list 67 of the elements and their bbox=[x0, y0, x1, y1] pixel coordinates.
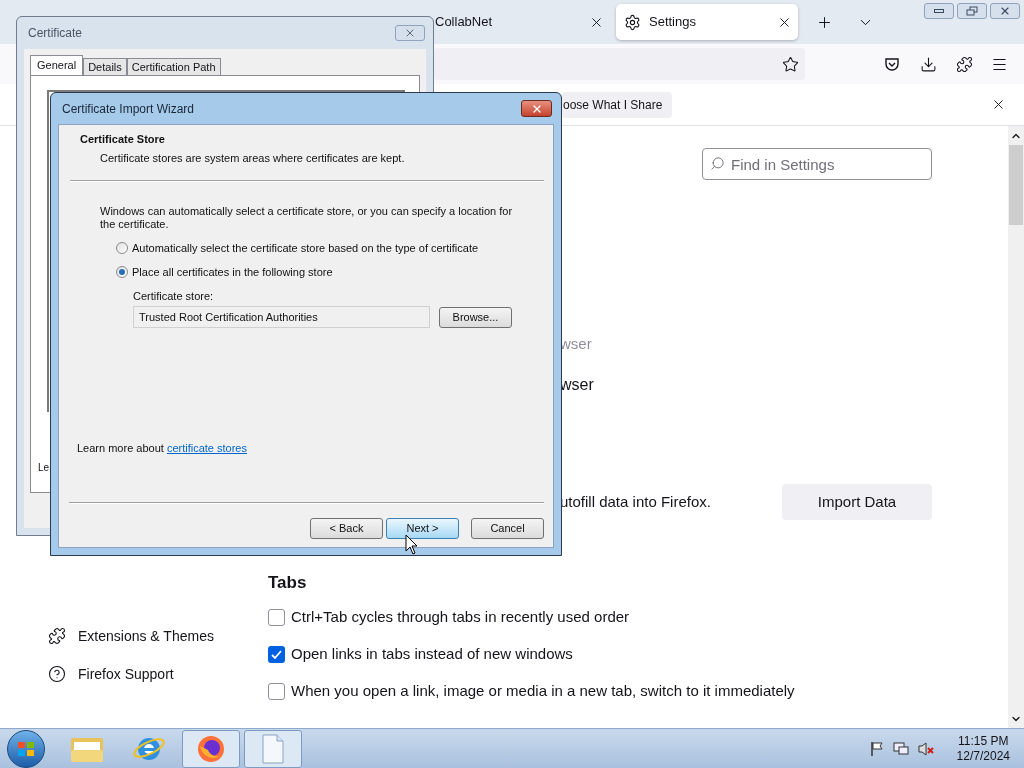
browser-tab[interactable]: CollabNet bbox=[434, 4, 610, 40]
browse-button[interactable]: Browse... bbox=[439, 306, 512, 328]
tab-title: Settings bbox=[649, 13, 697, 32]
close-icon bbox=[404, 27, 416, 39]
close-button[interactable] bbox=[521, 100, 552, 117]
start-button[interactable] bbox=[7, 729, 45, 768]
scrollbar[interactable] bbox=[1008, 126, 1024, 728]
fox-globe-icon bbox=[196, 733, 226, 764]
search-icon bbox=[710, 156, 725, 171]
close-icon[interactable] bbox=[991, 97, 1006, 112]
tab-title: CollabNet bbox=[435, 13, 494, 32]
close-icon bbox=[999, 5, 1011, 17]
puzzle-icon[interactable] bbox=[956, 55, 973, 73]
search-field[interactable]: Find in Settings bbox=[702, 148, 932, 180]
notification-button[interactable]: oose What I Share bbox=[562, 91, 673, 118]
browser-tab[interactable]: Settings bbox=[616, 4, 798, 40]
window-title: Certificate bbox=[28, 25, 83, 42]
clock-date: 12/7/2024 bbox=[956, 748, 1010, 764]
taskbar-button[interactable] bbox=[244, 729, 302, 768]
checkbox[interactable] bbox=[268, 608, 285, 626]
import-data-button[interactable]: Import Data bbox=[782, 484, 932, 520]
pocket-icon[interactable] bbox=[884, 56, 900, 72]
mouse-pointer-icon bbox=[405, 534, 418, 555]
checkbox[interactable] bbox=[268, 682, 285, 700]
dialog-text: Le bbox=[38, 461, 50, 475]
wizard-button[interactable]: Cancel bbox=[471, 518, 544, 539]
restore-icon bbox=[966, 6, 978, 16]
settings-icon bbox=[624, 13, 641, 31]
section-heading: Tabs bbox=[268, 572, 308, 594]
network-icon[interactable] bbox=[892, 740, 909, 757]
download-icon[interactable] bbox=[920, 55, 937, 73]
checkbox-label: Ctrl+Tab cycles through tabs in recently used order bbox=[291, 606, 630, 627]
minimize-button[interactable] bbox=[924, 3, 954, 19]
sidebar-item[interactable]: Firefox Support bbox=[48, 662, 268, 686]
radio-label: Automatically select the certificate store based on the type of certificate bbox=[132, 240, 479, 256]
help-icon bbox=[48, 665, 66, 683]
clock-time: 11:15 PM bbox=[958, 733, 1009, 749]
learn-more-text: Learn more about certificate stores bbox=[77, 441, 248, 455]
restore-button[interactable] bbox=[957, 3, 987, 19]
puzzle-icon bbox=[48, 627, 66, 645]
dialog-tab[interactable]: Certification Path bbox=[126, 58, 221, 75]
wizard-button[interactable]: Next > bbox=[386, 518, 459, 539]
bookmark-star-icon[interactable] bbox=[782, 55, 799, 73]
certificate-store-field[interactable]: Trusted Root Certification Authorities bbox=[133, 306, 430, 328]
sidebar-item[interactable]: Extensions & Themes bbox=[48, 624, 268, 648]
description-text: Windows can automatically select a certificate store, or you can specify a location for the certificate. bbox=[100, 205, 514, 231]
muted-speaker-icon[interactable] bbox=[917, 740, 934, 757]
document-icon bbox=[261, 733, 285, 764]
section-subtitle: Certificate stores are system areas where certificates are kept. bbox=[100, 151, 406, 165]
close-button[interactable] bbox=[990, 3, 1020, 19]
flag-icon[interactable] bbox=[869, 740, 884, 757]
radio-label: Place all certificates in the following store bbox=[132, 264, 333, 280]
checkbox-label: When you open a link, image or media in a new tab, switch to it immediately bbox=[291, 680, 795, 701]
radio-button[interactable] bbox=[116, 266, 128, 278]
checkbox-label: Open links in tabs instead of new windows bbox=[291, 643, 573, 664]
scroll-thumb[interactable] bbox=[1009, 145, 1023, 225]
checkbox[interactable] bbox=[268, 645, 285, 663]
radio-button[interactable] bbox=[116, 242, 128, 254]
field-label: Certificate store: bbox=[133, 289, 215, 303]
dialog-tab[interactable]: Details bbox=[83, 58, 127, 75]
four-squares-icon bbox=[17, 740, 35, 757]
dialog-tab[interactable]: General bbox=[30, 55, 84, 75]
taskbar-button[interactable] bbox=[182, 729, 240, 768]
section-title: Certificate Store bbox=[80, 132, 166, 146]
wizard-button[interactable]: < Back bbox=[310, 518, 383, 539]
window-title: Certificate Import Wizard bbox=[62, 100, 195, 118]
certificate-stores-link[interactable]: certificate stores bbox=[166, 442, 247, 454]
